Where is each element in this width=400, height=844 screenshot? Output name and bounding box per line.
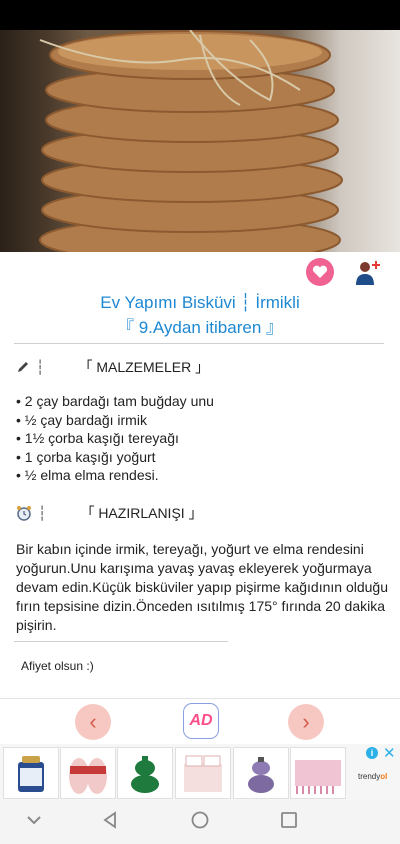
- recipe-title: Ev Yapımı Bisküvi ┆ İrmikli 『 9.Aydan it…: [0, 290, 400, 340]
- ad-logo: AD: [183, 703, 219, 739]
- section-separator: ┆: [36, 358, 45, 375]
- ad-product-image[interactable]: [60, 747, 116, 799]
- list-item: • 1 çorba kaşığı yoğurt: [16, 448, 156, 465]
- status-bar: [0, 0, 400, 30]
- ad-banner[interactable]: i ✕ trendyol: [0, 744, 400, 800]
- divider: [14, 343, 384, 344]
- jar-image: [18, 756, 44, 792]
- preparation-label: 「 HAZIRLANIŞI 」: [80, 505, 203, 521]
- chevron-right-icon: ›: [302, 709, 310, 734]
- close-icon[interactable]: ✕: [383, 744, 396, 762]
- preparation-header: ┆ 「 HAZIRLANIŞI 」: [16, 503, 203, 523]
- ad-product-image[interactable]: [3, 747, 59, 799]
- curtain-image: [295, 760, 341, 794]
- ad-product-image[interactable]: [117, 747, 173, 799]
- back-icon[interactable]: [100, 810, 120, 830]
- list-item: • ½ çay bardağı irmik: [16, 411, 147, 428]
- recents-icon[interactable]: [279, 810, 299, 830]
- system-navigation-bar: [0, 800, 400, 844]
- ad-logo-text: AD: [189, 712, 213, 729]
- brand-logo: trendyol: [358, 772, 387, 781]
- ad-info-icon[interactable]: i: [366, 747, 378, 759]
- divider: [14, 641, 228, 642]
- add-user-icon: [356, 261, 380, 285]
- section-separator: ┆: [38, 504, 47, 521]
- chevron-down-icon[interactable]: [24, 810, 44, 830]
- recipe-title-line2: 『 9.Aydan itibaren 』: [117, 318, 283, 337]
- next-button[interactable]: ›: [288, 704, 324, 740]
- previous-button[interactable]: ‹: [75, 704, 111, 740]
- ingredients-header: ┆ 「 MALZEMELER 」: [16, 357, 209, 377]
- ad-product-image[interactable]: [175, 747, 231, 799]
- closing-text: Afiyet olsun :): [21, 659, 94, 673]
- preparation-text: Bir kabın içinde irmik, tereyağı, yoğurt…: [16, 541, 388, 633]
- heart-icon: [312, 265, 328, 278]
- favorite-button[interactable]: [306, 258, 334, 286]
- alarm-clock-icon: [17, 506, 31, 521]
- recipe-title-line1: Ev Yapımı Bisküvi ┆ İrmikli: [100, 293, 300, 312]
- ingredients-list: • 2 çay bardağı tam buğday unu • ½ çay b…: [16, 392, 386, 485]
- list-item: • 1½ çorba kaşığı tereyağı: [16, 430, 179, 446]
- brand-suffix: ol: [380, 772, 388, 781]
- chevron-left-icon: ‹: [89, 709, 97, 734]
- ad-product-image[interactable]: [233, 747, 289, 799]
- slippers-image: [69, 758, 107, 794]
- ad-toolbar: ‹ AD ›: [0, 698, 400, 745]
- brand-prefix: trendy: [358, 772, 381, 781]
- recipe-hero-image: [0, 30, 400, 252]
- list-item: • 2 çay bardağı tam buğday unu: [16, 393, 214, 409]
- ad-product-image[interactable]: [290, 747, 346, 799]
- follow-author-button[interactable]: [352, 257, 386, 287]
- teapot-set-image: [248, 757, 274, 793]
- bedding-image: [184, 755, 222, 792]
- ingredients-label: 「 MALZEMELER 」: [78, 359, 210, 375]
- teapot-image: [131, 756, 159, 793]
- home-icon[interactable]: [190, 810, 210, 830]
- list-item: • ½ elma elma rendesi.: [16, 467, 159, 483]
- pencil-icon: [18, 362, 28, 372]
